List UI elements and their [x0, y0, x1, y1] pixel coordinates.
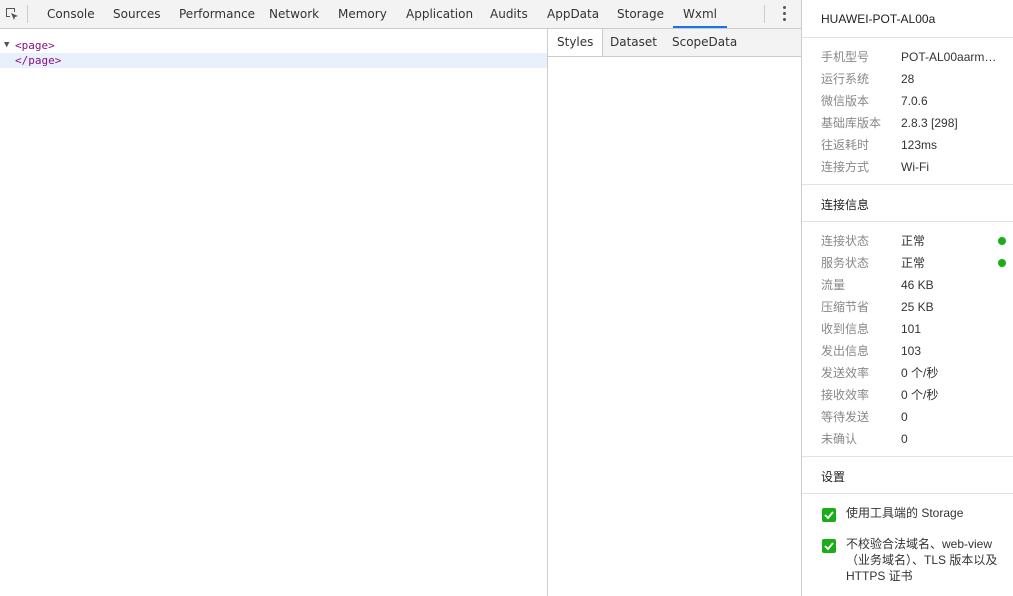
connection-row: 接收效率 0 个/秒: [821, 387, 1011, 403]
divider: [802, 184, 1013, 185]
connection-label: 发送效率: [821, 366, 870, 380]
connection-value: 101: [901, 322, 922, 336]
info-value: 7.0.6: [901, 94, 928, 108]
connection-value: 0: [901, 410, 908, 424]
tab-sources[interactable]: Sources: [113, 0, 160, 29]
styles-subtabs: Styles Dataset ScopeData: [548, 29, 801, 57]
connection-label: 接收效率: [821, 388, 870, 402]
connection-label: 等待发送: [821, 410, 870, 424]
divider: [802, 221, 1013, 222]
connection-label: 连接状态: [821, 234, 870, 248]
subtab-styles[interactable]: Styles: [548, 29, 604, 56]
tab-storage[interactable]: Storage: [617, 0, 664, 29]
connection-label: 未确认: [821, 432, 858, 446]
tab-console[interactable]: Console: [47, 0, 95, 29]
tab-audits[interactable]: Audits: [490, 0, 528, 29]
connection-row: 发出信息 103: [821, 343, 1011, 359]
divider: [802, 37, 1013, 38]
info-row: 连接方式 Wi-Fi: [821, 159, 1011, 175]
connection-value: 46 KB: [901, 278, 934, 292]
connection-label: 服务状态: [821, 256, 870, 270]
toolbar-divider: [27, 5, 28, 23]
connection-row: 收到信息 101: [821, 321, 1011, 337]
skip-domain-check-label[interactable]: 不校验合法域名、web-view（业务域名）、TLS 版本以及 HTTPS 证书: [846, 536, 1006, 584]
tab-memory[interactable]: Memory: [338, 0, 387, 29]
connection-value: 103: [901, 344, 922, 358]
info-label: 微信版本: [821, 94, 870, 108]
info-row: 往返耗时 123ms: [821, 137, 1011, 153]
inspect-element-icon[interactable]: [4, 6, 20, 22]
status-ok-dot-icon: [998, 237, 1006, 245]
checkmark-icon: [824, 542, 834, 551]
subtab-scopedata[interactable]: ScopeData: [663, 29, 746, 56]
tree-node-text: </page>: [15, 54, 62, 67]
connection-label: 压缩节省: [821, 300, 870, 314]
info-label: 手机型号: [821, 50, 870, 64]
panel-divider[interactable]: [547, 29, 548, 596]
device-info-panel: HUAWEI-POT-AL00a 手机型号 POT-AL00aarme... 运行…: [801, 0, 1013, 596]
connection-row: 连接状态 正常: [821, 233, 1011, 249]
connection-row: 流量 46 KB: [821, 277, 1011, 293]
tree-node-page-open[interactable]: ▼ <page>: [0, 38, 547, 53]
tab-network[interactable]: Network: [269, 0, 319, 29]
info-label: 往返耗时: [821, 138, 870, 152]
storage-checkbox-label[interactable]: 使用工具端的 Storage: [846, 505, 1006, 521]
info-row: 微信版本 7.0.6: [821, 93, 1011, 109]
connection-value: 25 KB: [901, 300, 934, 314]
connection-value: 正常: [901, 256, 926, 270]
connection-value: 0 个/秒: [901, 388, 939, 402]
expand-triangle-icon[interactable]: ▼: [4, 38, 9, 53]
tree-node-text: <page>: [15, 39, 55, 52]
connection-value: 正常: [901, 234, 926, 248]
info-value: POT-AL00aarme...: [901, 50, 1001, 64]
divider: [802, 456, 1013, 457]
connection-row: 发送效率 0 个/秒: [821, 365, 1011, 381]
info-value: 2.8.3 [298]: [901, 116, 958, 130]
tab-performance[interactable]: Performance: [179, 0, 255, 29]
connection-row: 服务状态 正常: [821, 255, 1011, 271]
settings-section-title: 设置: [821, 470, 846, 484]
skip-domain-check-checkbox[interactable]: [822, 539, 836, 553]
connection-row: 压缩节省 25 KB: [821, 299, 1011, 315]
connection-section-title: 连接信息: [821, 198, 870, 212]
more-options-icon[interactable]: [778, 6, 790, 23]
toolbar-divider: [764, 5, 765, 23]
info-value: Wi-Fi: [901, 160, 929, 174]
info-label: 运行系统: [821, 72, 870, 86]
tab-wxml[interactable]: Wxml: [673, 0, 727, 28]
tree-node-page-close[interactable]: </page>: [0, 53, 547, 68]
status-ok-dot-icon: [998, 259, 1006, 267]
connection-row: 等待发送 0: [821, 409, 1011, 425]
tab-application[interactable]: Application: [406, 0, 473, 29]
divider: [802, 493, 1013, 494]
info-row: 基础库版本 2.8.3 [298]: [821, 115, 1011, 131]
connection-row: 未确认 0: [821, 431, 1011, 447]
info-value: 28: [901, 72, 915, 86]
info-row: 运行系统 28: [821, 71, 1011, 87]
info-label: 连接方式: [821, 160, 870, 174]
info-row: 手机型号 POT-AL00aarme...: [821, 49, 1011, 65]
connection-label: 流量: [821, 278, 846, 292]
wxml-tree-panel: ▼ <page> </page>: [0, 29, 547, 596]
devtools-toolbar: Console Sources Performance Network Memo…: [0, 0, 801, 29]
connection-label: 收到信息: [821, 322, 870, 336]
checkmark-icon: [824, 511, 834, 520]
connection-value: 0: [901, 432, 908, 446]
tab-appdata[interactable]: AppData: [547, 0, 599, 29]
connection-value: 0 个/秒: [901, 366, 939, 380]
device-name: HUAWEI-POT-AL00a: [821, 12, 936, 26]
info-label: 基础库版本: [821, 116, 882, 130]
storage-checkbox[interactable]: [822, 508, 836, 522]
connection-label: 发出信息: [821, 344, 870, 358]
info-value: 123ms: [901, 138, 938, 152]
subtab-dataset[interactable]: Dataset: [601, 29, 666, 56]
